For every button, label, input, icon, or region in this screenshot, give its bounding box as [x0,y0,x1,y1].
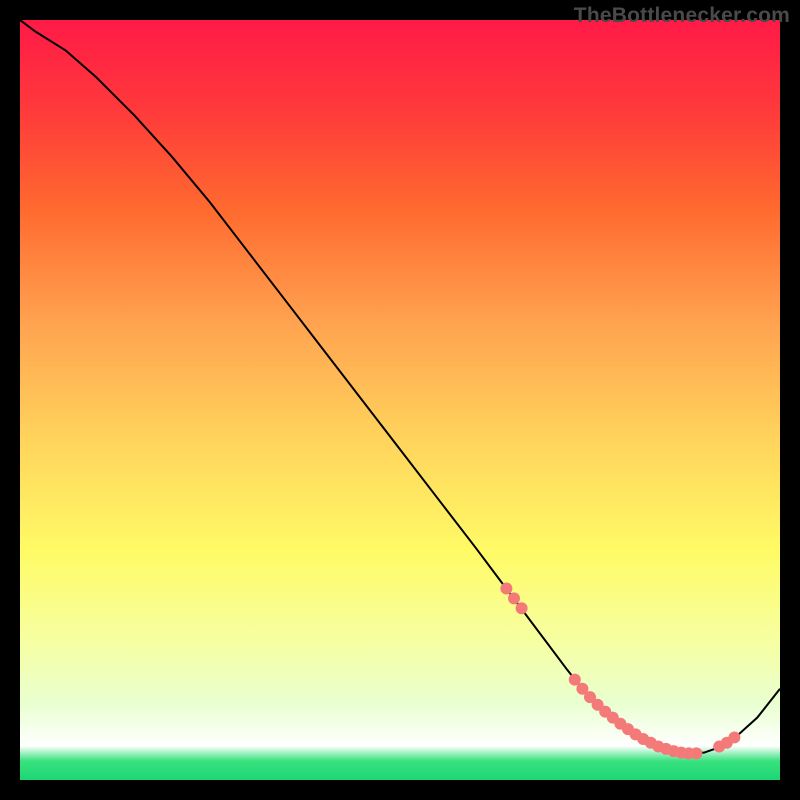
bottleneck-chart [20,20,780,780]
chart-background [20,20,780,780]
chart-frame: TheBottlenecker.com [0,0,800,800]
marker-dot [690,747,702,759]
marker-dot [508,592,520,604]
marker-dot [728,731,740,743]
marker-dot [516,602,528,614]
watermark-text: TheBottlenecker.com [574,4,790,28]
marker-dot [500,582,512,594]
